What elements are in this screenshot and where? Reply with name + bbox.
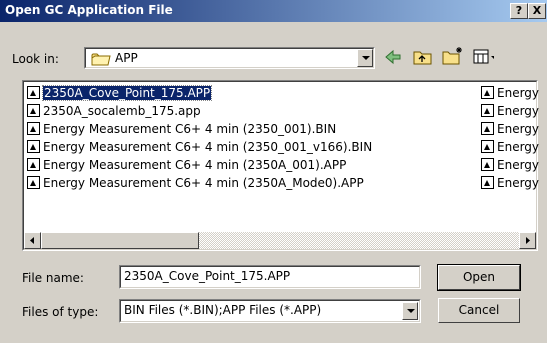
list-item[interactable]: Energy Measurement C6+ 4 min (2350A_Mode… — [27, 174, 364, 192]
view-menu-icon[interactable] — [472, 47, 494, 67]
files-of-type-dropdown-arrow[interactable] — [402, 302, 418, 320]
app-file-icon — [481, 176, 494, 189]
list-item[interactable]: Energy Measurement C6+ 4 min (2350A_001)… — [27, 156, 346, 174]
file-name-text: Energy — [497, 176, 540, 190]
file-name-label: File name: — [22, 271, 84, 285]
list-item[interactable]: Energy — [481, 102, 539, 120]
app-file-icon — [27, 176, 40, 189]
file-name-field[interactable]: 2350A_Cove_Point_175.APP — [119, 265, 421, 289]
open-button[interactable]: Open — [437, 264, 521, 291]
cancel-button[interactable]: Cancel — [438, 298, 520, 323]
list-item[interactable]: Energy — [481, 138, 539, 156]
app-file-icon — [27, 122, 40, 135]
app-file-icon — [27, 86, 40, 99]
file-name-text: Energy Measurement C6+ 4 min (2350_001_v… — [43, 140, 373, 154]
files-of-type-label: Files of type: — [22, 305, 99, 319]
file-name-text: Energy Measurement C6+ 4 min (2350A_Mode… — [43, 176, 364, 190]
look-in-dropdown[interactable]: APP — [84, 47, 375, 69]
look-in-label-text: Look in: — [12, 52, 59, 66]
file-name-text: Energy — [497, 158, 540, 172]
open-file-dialog: Open GC Application File ? X Look in: AP… — [0, 0, 547, 343]
scroll-right-icon — [526, 237, 530, 244]
list-item[interactable]: 2350A_socalemb_175.app — [27, 102, 201, 120]
scroll-left-icon — [30, 237, 34, 244]
folder-icon — [91, 53, 111, 66]
file-name-value: 2350A_Cove_Point_175.APP — [124, 269, 291, 283]
list-item[interactable]: 2350A_Cove_Point_175.APP — [27, 84, 213, 102]
app-file-icon — [27, 140, 40, 153]
list-item[interactable]: Energy Measurement C6+ 4 min (2350_001).… — [27, 120, 336, 138]
title-bar[interactable]: Open GC Application File ? X — [0, 0, 547, 22]
horizontal-scrollbar[interactable] — [24, 232, 536, 249]
list-item[interactable]: Energy — [481, 84, 539, 102]
help-button[interactable]: ? — [510, 3, 528, 19]
file-name-text: 2350A_socalemb_175.app — [43, 104, 201, 118]
app-file-icon — [481, 104, 494, 117]
close-button[interactable]: X — [528, 3, 546, 19]
file-name-text: Energy Measurement C6+ 4 min (2350_001).… — [43, 122, 337, 136]
app-file-icon — [27, 104, 40, 117]
file-name-text: Energy Measurement C6+ 4 min (2350A_001)… — [43, 158, 347, 172]
file-name-text: Energy — [497, 86, 540, 100]
file-list[interactable]: 2350A_Cove_Point_175.APP 2350A_socalemb_… — [22, 80, 539, 251]
scrollbar-thumb[interactable] — [41, 232, 199, 249]
up-folder-icon[interactable] — [412, 47, 434, 67]
look-in-dropdown-arrow[interactable] — [357, 49, 373, 67]
app-file-icon — [481, 122, 494, 135]
app-file-icon — [27, 158, 40, 171]
file-name-text: Energy — [497, 122, 540, 136]
look-in-label: Look in: — [12, 52, 59, 66]
files-of-type-value: BIN Files (*.BIN);APP Files (*.APP) — [124, 303, 322, 317]
new-folder-icon[interactable] — [441, 45, 463, 65]
list-item[interactable]: Energy Measurement C6+ 4 min (2350_001_v… — [27, 138, 372, 156]
app-file-icon — [481, 140, 494, 153]
file-name-text: Energy — [497, 104, 540, 118]
look-in-value: APP — [115, 51, 138, 65]
window-title: Open GC Application File — [5, 3, 173, 17]
list-item[interactable]: Energy — [481, 120, 539, 138]
list-item[interactable]: Energy — [481, 174, 539, 192]
files-of-type-dropdown[interactable]: BIN Files (*.BIN);APP Files (*.APP) — [119, 299, 421, 323]
file-name-text: 2350A_Cove_Point_175.APP — [41, 85, 213, 101]
scroll-right-button[interactable] — [519, 232, 536, 249]
list-item[interactable]: Energy — [481, 156, 539, 174]
scroll-left-button[interactable] — [24, 232, 41, 249]
app-file-icon — [481, 86, 494, 99]
file-name-text: Energy — [497, 140, 540, 154]
back-arrow-icon[interactable] — [382, 47, 404, 67]
app-file-icon — [481, 158, 494, 171]
